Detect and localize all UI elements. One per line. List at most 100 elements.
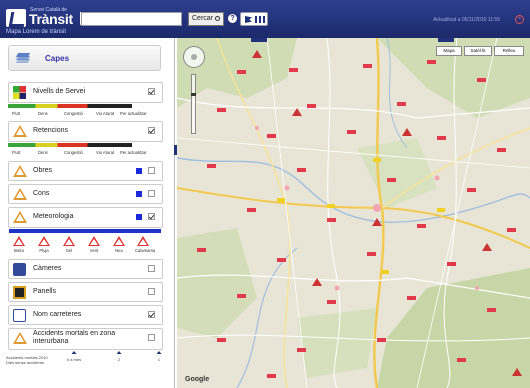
weather-label: Vent	[89, 248, 99, 253]
layer-color-swatch	[136, 168, 142, 174]
layer-label: Panells	[33, 288, 56, 295]
layer-panells[interactable]: Panells	[8, 282, 163, 302]
layer-checkbox[interactable]	[148, 334, 155, 341]
arrow-up-icon	[156, 351, 162, 354]
map-type-map-button[interactable]: Mapa	[436, 46, 462, 56]
google-logo: Google	[185, 376, 210, 383]
accident-icon	[13, 332, 27, 345]
weather-icon	[13, 211, 27, 224]
stats-col: 2	[114, 351, 124, 362]
layer-checkbox[interactable]	[148, 190, 155, 197]
pan-control[interactable]	[183, 46, 205, 68]
flag-icon	[245, 16, 252, 23]
map-type-satellite-button[interactable]: Satèl·lit	[464, 46, 492, 56]
layer-color-swatch	[136, 191, 142, 197]
search-icon	[215, 15, 221, 21]
stats-value: 0 a més	[66, 357, 82, 362]
app-header: Servei Català de Trànsit mct Mapa Lorem …	[0, 0, 530, 38]
stats-value: 2	[117, 357, 121, 362]
legend-label: Congestió	[64, 150, 83, 155]
camera-icon	[13, 263, 26, 276]
legend-label: Per actualitzar	[120, 111, 147, 116]
stats-value: 1	[157, 357, 161, 362]
close-icon[interactable]: ×	[515, 15, 524, 24]
layer-cameres[interactable]: Càmeres	[8, 259, 163, 279]
layer-label: Nom carreteres	[33, 311, 82, 318]
layer-label: Retencions	[33, 127, 69, 134]
share-button[interactable]	[240, 12, 268, 26]
map-canvas	[177, 38, 530, 388]
legend-label: Dens	[38, 150, 48, 155]
arrow-up-icon	[71, 351, 77, 354]
layer-label: Cons	[33, 190, 50, 197]
header-subtitle: Mapa Lorem de trànsit	[6, 29, 67, 35]
search-input[interactable]	[81, 12, 182, 26]
search-label: Cercar	[192, 15, 214, 22]
weather-label: Gel	[65, 248, 73, 253]
zoom-slider[interactable]	[191, 74, 196, 134]
layer-checkbox[interactable]	[148, 127, 155, 134]
service-level-legend: Fluït Dens Congestió Viu Aturat Per actu…	[4, 111, 154, 118]
legend-label: Viu Aturat	[96, 150, 115, 155]
traffic-grid-icon	[13, 86, 26, 99]
layer-checkbox[interactable]	[148, 288, 155, 295]
layer-meteorologia[interactable]: Meteorologia	[8, 207, 163, 228]
layer-checkbox[interactable]	[148, 311, 155, 318]
roadworks-icon	[13, 165, 27, 178]
layer-checkbox[interactable]	[148, 167, 155, 174]
layer-label: Nivells de Servei	[33, 88, 86, 95]
weather-legend: Boira Pluja Gel Vent Neu Calamarsa	[11, 236, 161, 260]
layer-cons[interactable]: Cons	[8, 184, 163, 204]
stats-subtitle: Dies sense accidents	[6, 360, 44, 365]
map-top-tab[interactable]	[251, 38, 267, 42]
transit-logo-mark	[6, 9, 26, 27]
search-button[interactable]: Cercar	[188, 12, 225, 26]
layers-title: Capes	[45, 54, 70, 63]
help-icon[interactable]: ?	[228, 14, 237, 23]
weather-label: Boira	[14, 248, 24, 253]
stats-col: 1	[154, 351, 164, 362]
legend-label: Fluït	[12, 111, 21, 116]
map-top-tab-right[interactable]	[438, 38, 454, 42]
retention-legend-bar	[8, 143, 132, 147]
zoom-handle[interactable]	[191, 93, 196, 96]
ice-icon: Gel	[61, 236, 77, 253]
rain-icon: Pluja	[36, 236, 52, 253]
layers-panel-header[interactable]: Capes	[8, 45, 161, 71]
cones-icon	[13, 188, 27, 201]
logo-name: Trànsit	[29, 11, 73, 27]
layer-nivells-servei[interactable]: Nivells de Servei	[8, 82, 163, 103]
grid-icon	[255, 16, 265, 23]
weather-label: Calamarsa	[135, 248, 156, 253]
accident-stats: Accidents mortals 2010 Dies sense accide…	[4, 351, 169, 379]
layer-label: Obres	[33, 167, 53, 174]
hail-icon: Calamarsa	[135, 236, 155, 253]
map-type-terrain-button[interactable]: Relleu	[494, 46, 524, 56]
legend-label: Per actualitzar	[120, 150, 147, 155]
service-level-legend-bar	[8, 104, 132, 108]
layer-checkbox[interactable]	[148, 265, 155, 272]
weather-label: Pluja	[39, 248, 49, 253]
stats-col: 0 a més	[64, 351, 84, 362]
road-name-icon	[13, 309, 26, 322]
panel-icon	[13, 286, 26, 299]
layer-label: Accidents mortals en zona interurbana	[33, 330, 116, 345]
layer-color-swatch	[136, 214, 142, 220]
wind-icon: Vent	[86, 236, 102, 253]
legend-label: Congestió	[64, 111, 83, 116]
legend-label: Fluït	[12, 150, 21, 155]
layer-checkbox[interactable]	[148, 213, 155, 220]
retention-legend: Fluït Dens Congestió Viu Aturat Per actu…	[4, 150, 154, 157]
layer-retencions[interactable]: Retencions	[8, 121, 163, 142]
weather-legend-bar	[9, 229, 161, 233]
layer-checkbox[interactable]	[148, 88, 155, 95]
arrow-up-icon	[116, 351, 122, 354]
last-updated: Actualitzat a 05/11/2010 11:55	[433, 17, 500, 23]
layers-icon	[15, 53, 31, 63]
layer-obres[interactable]: Obres	[8, 161, 163, 181]
layer-nom-carreteres[interactable]: Nom carreteres	[8, 305, 163, 325]
layer-accidents[interactable]: Accidents mortals en zona interurbana	[8, 328, 163, 350]
traffic-map[interactable]: Mapa Satèl·lit Relleu Google	[177, 38, 530, 388]
stats-label: Accidents mortals 2010 Dies sense accide…	[6, 355, 48, 365]
warning-icon	[13, 125, 27, 138]
